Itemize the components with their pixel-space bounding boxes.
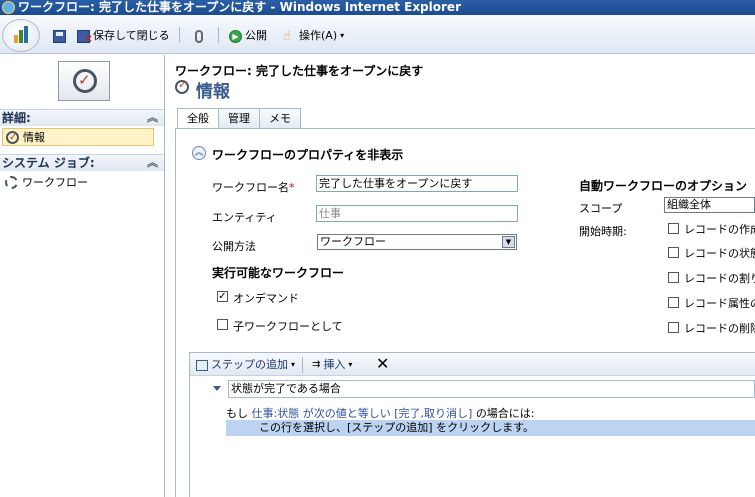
start-when-label: 開始時期: xyxy=(579,225,627,238)
publish-method-value: ワークフロー xyxy=(320,235,386,248)
tab-admin[interactable]: 管理 xyxy=(218,108,260,128)
publish-method-label: 公開方法 xyxy=(212,240,256,253)
toolbar-separator xyxy=(218,27,219,43)
insert-icon: ⇉ xyxy=(312,359,321,370)
trigger-create-checkbox[interactable] xyxy=(668,223,679,234)
chevron-down-icon: ▾ xyxy=(340,31,345,40)
delete-icon[interactable]: ✕ xyxy=(376,356,389,372)
condition-values-link[interactable]: [完了,取り消し] xyxy=(394,407,472,420)
trigger-assign-checkbox[interactable] xyxy=(668,272,679,283)
add-step-label: ステップの追加 xyxy=(211,358,288,371)
required-icon: * xyxy=(289,181,295,194)
scope-select[interactable]: 組織全体 xyxy=(664,197,755,213)
child-workflow-checkbox[interactable] xyxy=(217,319,228,330)
crm-logo-icon[interactable] xyxy=(2,19,40,52)
nav-section-details-label: 詳細: xyxy=(2,111,31,125)
available-workflows-header: 実行可能なワークフロー xyxy=(212,266,345,280)
workflow-icon xyxy=(6,129,19,146)
nav-item-workflow-label: ワークフロー xyxy=(22,176,88,189)
system-job-icon xyxy=(5,176,18,189)
condition-operator-link[interactable]: が次の値と等しい xyxy=(303,407,391,420)
paperclip-icon xyxy=(195,29,203,43)
trigger-assign-label: レコードの割り当 xyxy=(684,272,755,285)
ie-icon xyxy=(2,1,15,14)
nav-item-workflow[interactable]: ワークフロー xyxy=(2,174,154,192)
save-close-icon xyxy=(77,29,93,47)
workflow-entity-icon: ✓ xyxy=(58,61,110,101)
window-title: ワークフロー: 完了した仕事をオープンに戻す - Windows Interne… xyxy=(18,0,461,14)
insert-button[interactable]: ⇉ 挿入 ▾ xyxy=(312,357,352,373)
chevron-down-icon: ▾ xyxy=(348,360,353,369)
auto-options-header: 自動ワークフローのオプション xyxy=(579,179,748,193)
step-description-field[interactable]: 状態が完了である場合 xyxy=(228,380,755,398)
left-navigation: ✓ 詳細: ︽ 情報 システム ジョブ: ︽ ワークフロー xyxy=(0,55,165,497)
nav-section-system-jobs-label: システム ジョブ: xyxy=(2,156,95,170)
tab-strip: 全般 管理 メモ xyxy=(177,108,301,129)
add-step-hint-row[interactable]: この行を選択し、[ステップの追加] をクリックします。 xyxy=(226,420,755,436)
add-step-icon xyxy=(196,359,208,371)
nav-section-details[interactable]: 詳細: ︽ xyxy=(0,109,164,126)
entity-field: 仕事 xyxy=(316,205,518,222)
trigger-attribute-checkbox[interactable] xyxy=(668,297,679,308)
collapse-section-icon[interactable]: ︽ xyxy=(192,146,206,160)
tab-notes[interactable]: メモ xyxy=(259,108,301,128)
nav-section-system-jobs[interactable]: システム ジョブ: ︽ xyxy=(0,154,164,171)
save-and-close-label: 保存して閉じる xyxy=(93,29,170,42)
trigger-delete-label: レコードの削除 xyxy=(684,322,755,335)
trigger-delete-checkbox[interactable] xyxy=(668,322,679,333)
nav-item-info[interactable]: 情報 xyxy=(2,128,154,146)
condition-prefix: もし xyxy=(226,407,248,420)
tab-general[interactable]: 全般 xyxy=(177,108,219,129)
add-step-button[interactable]: ステップの追加 ▾ xyxy=(196,357,295,373)
attach-button[interactable] xyxy=(195,28,203,44)
workflow-name-label: ワークフロー名* xyxy=(212,181,295,194)
save-and-close-button[interactable]: 保存して閉じる xyxy=(77,28,170,47)
hand-icon: ☝ xyxy=(283,28,291,44)
insert-label: 挿入 xyxy=(323,358,346,371)
chevron-down-icon[interactable]: ▼ xyxy=(502,236,515,248)
publish-label: 公開 xyxy=(245,29,267,42)
toolbar: 保存して閉じる ▶ 公開 ☝ 操作(A) ▾ xyxy=(0,15,755,54)
entity-label: エンティティ xyxy=(212,211,277,224)
actions-label: 操作(A) xyxy=(299,29,338,42)
scope-value: 組織全体 xyxy=(667,198,711,211)
publish-icon: ▶ xyxy=(229,29,242,43)
actions-menu[interactable]: ☝ 操作(A) ▾ xyxy=(283,28,344,44)
trigger-status-label: レコードの状態 xyxy=(684,247,755,260)
workflow-icon xyxy=(175,78,189,94)
child-workflow-label: 子ワークフローとして xyxy=(233,320,343,333)
save-icon xyxy=(53,29,66,43)
chevron-down-icon: ▾ xyxy=(291,360,296,369)
condition-suffix: の場合には: xyxy=(475,407,535,420)
on-demand-label: オンデマンド xyxy=(233,292,299,305)
publish-button[interactable]: ▶ 公開 xyxy=(229,28,267,44)
nav-item-info-label: 情報 xyxy=(23,131,45,144)
trigger-create-label: レコードの作成 xyxy=(684,223,755,236)
collapse-icon[interactable]: ︽ xyxy=(147,155,158,171)
on-demand-checkbox[interactable]: ✓ xyxy=(217,291,228,302)
condition-line: もし 仕事:状態 が次の値と等しい [完了,取り消し] の場合には: xyxy=(226,405,535,421)
toolbar-separator xyxy=(179,27,180,43)
save-button[interactable] xyxy=(53,28,66,44)
publish-method-select[interactable]: ワークフロー ▼ xyxy=(317,234,517,250)
collapse-triangle-icon[interactable] xyxy=(213,386,221,391)
window-title-bar: ワークフロー: 完了した仕事をオープンに戻す - Windows Interne… xyxy=(0,0,755,15)
workflow-name-field[interactable]: 完了した仕事をオープンに戻す xyxy=(316,175,518,192)
steps-toolbar: ステップの追加 ▾ ⇉ 挿入 ▾ ✕ xyxy=(190,353,755,376)
section-toggle-label[interactable]: ワークフローのプロパティを非表示 xyxy=(212,146,403,163)
trigger-status-checkbox[interactable] xyxy=(668,247,679,258)
toolbar-separator xyxy=(302,357,303,373)
collapse-icon[interactable]: ︽ xyxy=(147,110,158,126)
page-title: 情報 xyxy=(196,82,230,102)
trigger-attribute-label: レコード属性の xyxy=(684,297,755,310)
condition-field-link[interactable]: 仕事:状態 xyxy=(252,407,300,420)
scope-label: スコープ xyxy=(579,202,623,215)
